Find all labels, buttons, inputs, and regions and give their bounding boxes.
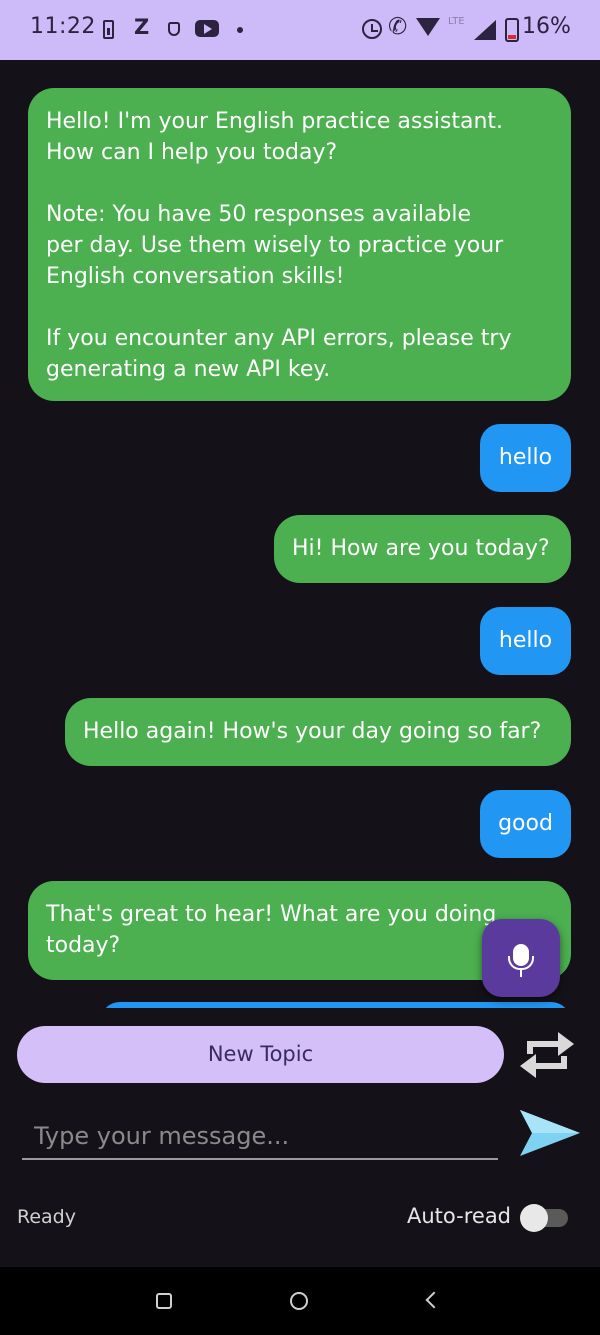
square-icon[interactable] xyxy=(156,1293,172,1309)
user-message: hello xyxy=(480,607,571,675)
new-topic-button[interactable]: New Topic xyxy=(17,1026,504,1083)
bot-message: Hello! I'm your English practice assista… xyxy=(28,88,571,401)
circle-icon[interactable] xyxy=(290,1292,308,1310)
battery-percent: 16% xyxy=(522,14,571,39)
send-icon[interactable] xyxy=(518,1106,582,1160)
battery-icon xyxy=(505,18,519,42)
auto-read-label: Auto-read xyxy=(407,1204,512,1228)
auto-read-toggle[interactable] xyxy=(520,1204,568,1232)
alarm-icon xyxy=(362,19,382,39)
system-nav-bar xyxy=(0,1267,600,1335)
bot-message: Hello again! How's your day going so far… xyxy=(65,698,571,766)
mic-button[interactable] xyxy=(482,919,560,997)
user-message: hello xyxy=(480,424,571,492)
chat-area[interactable]: Hello! I'm your English practice assista… xyxy=(0,60,600,1008)
shield-icon xyxy=(168,22,180,36)
bot-message: Hi! How are you today? xyxy=(274,515,571,583)
repeat-icon[interactable] xyxy=(518,1028,576,1082)
network-type-label: LTE xyxy=(448,16,465,27)
battery-small-icon xyxy=(103,20,114,39)
youtube-icon xyxy=(195,20,219,37)
wifi-icon xyxy=(416,18,440,36)
message-input[interactable] xyxy=(22,1113,498,1160)
notification-dot-icon xyxy=(237,27,243,33)
toggle-thumb xyxy=(520,1204,548,1232)
status-time: 11:22 xyxy=(30,14,96,39)
back-chevron-icon[interactable] xyxy=(425,1291,443,1309)
signal-icon xyxy=(474,20,496,40)
user-message-partial xyxy=(100,1002,571,1008)
status-bar: 11:22 Z ✆ LTE 16% xyxy=(0,0,600,60)
mic-icon xyxy=(508,944,534,970)
wifi-call-icon: ✆ xyxy=(388,14,408,40)
user-message: good xyxy=(480,790,571,858)
status-text: Ready xyxy=(17,1206,76,1228)
z-icon: Z xyxy=(134,15,150,39)
